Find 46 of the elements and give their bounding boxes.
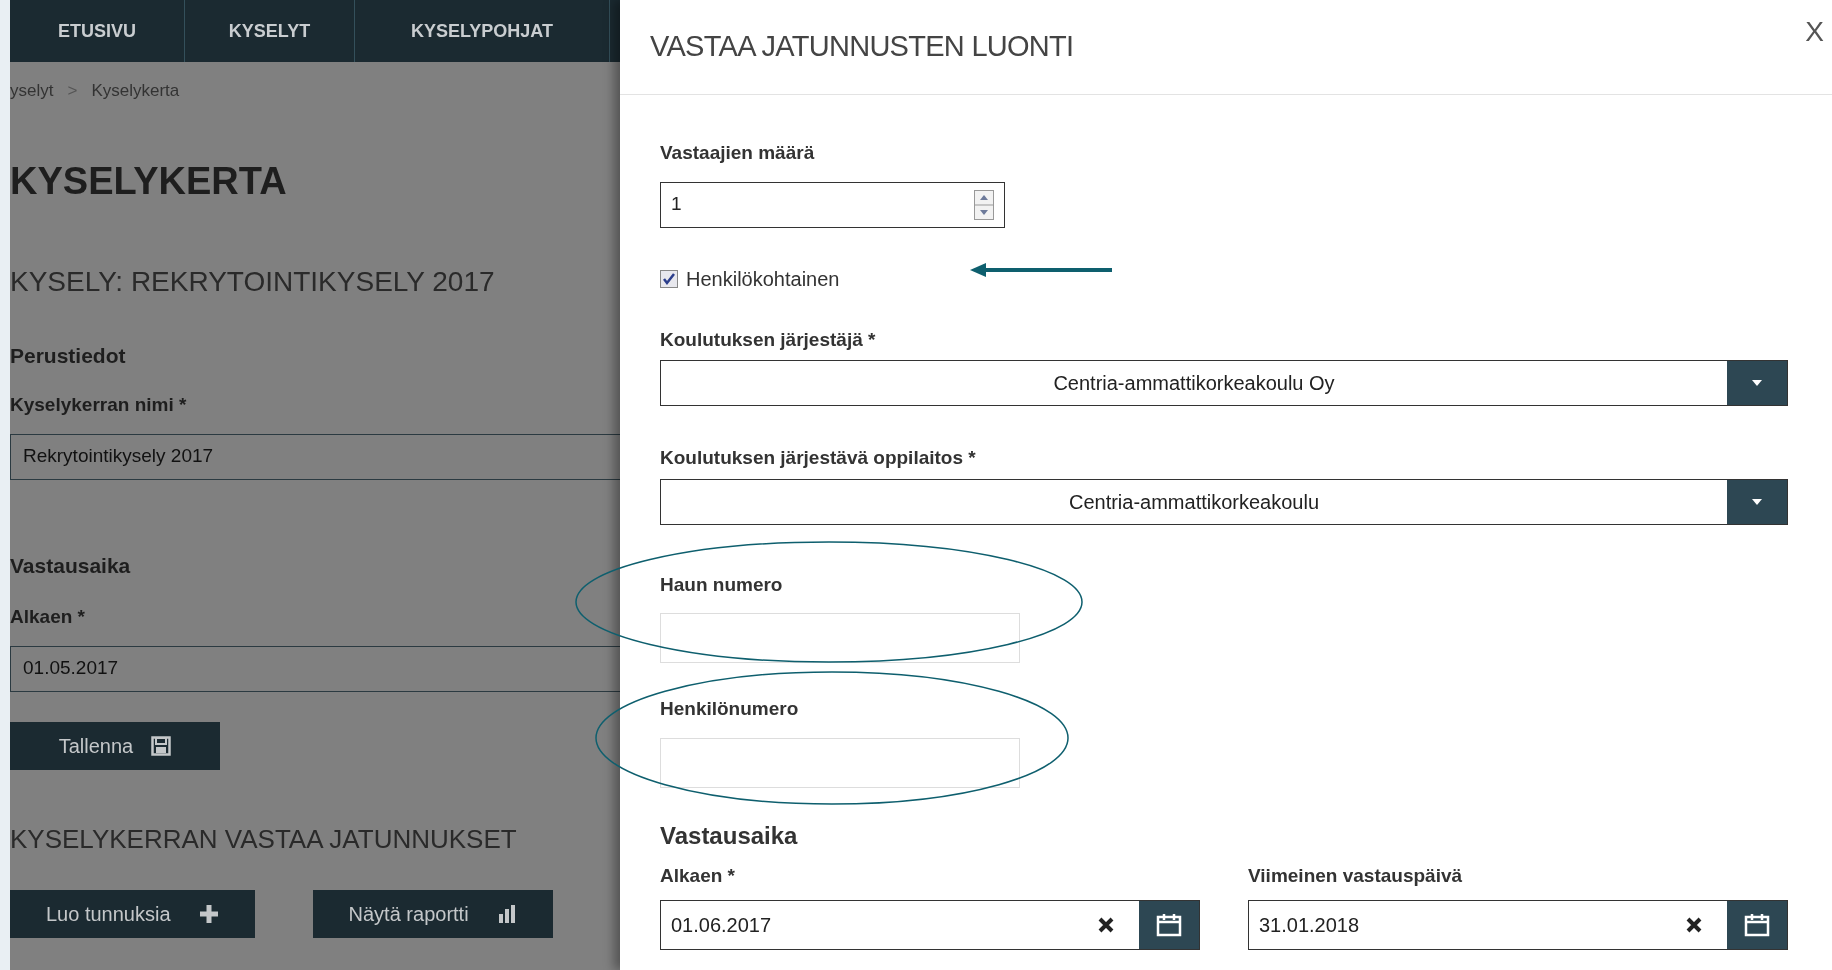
number-field[interactable]: 1 — [660, 181, 1005, 228]
close-button[interactable]: X — [1805, 18, 1824, 76]
name-field[interactable]: Rekrytointikysely 2017 — [10, 433, 620, 480]
field-label: Kyselykerran nimi * — [10, 393, 188, 417]
nav-tab[interactable]: ETUSIVU — [10, 0, 185, 62]
date-field[interactable]: 01.06.2017 — [660, 900, 1200, 950]
section-title: KYSELYKERRAN VASTAA JATUNNUKSET — [10, 825, 518, 852]
breadcrumb-separator: > — [67, 80, 78, 102]
clear-icon[interactable] — [1098, 917, 1114, 933]
field-label: Koulutuksen järjestäjä * — [660, 327, 877, 352]
section-heading: Vastausaika — [660, 820, 799, 851]
field-label: Koulutuksen järjestävä oppilaitos * — [660, 446, 977, 470]
field-label: Alkaen * — [660, 863, 736, 888]
modal-title: VASTAA JATUNNUSTEN LUONTI — [650, 29, 1074, 65]
dropdown-select[interactable]: Centria-ammattikorkeakoulu — [660, 478, 1788, 525]
save-button[interactable]: Tallenna — [10, 721, 220, 770]
date-field[interactable]: 31.01.2018 — [1248, 900, 1788, 950]
calendar-button[interactable] — [1727, 901, 1787, 949]
caret-down-icon — [1752, 498, 1762, 505]
checkbox[interactable] — [660, 269, 678, 288]
text-input[interactable] — [660, 737, 1020, 788]
text-input[interactable] — [660, 613, 1020, 663]
field-label: Vastaajien määrä — [660, 141, 816, 165]
checkbox-row[interactable]: Henkilökohtainen — [660, 263, 1788, 294]
calendar-icon — [1156, 913, 1182, 937]
plus-icon — [198, 903, 219, 924]
calendar-button[interactable] — [1139, 901, 1199, 949]
field-label: Haun numero — [660, 572, 784, 597]
caret-down-icon — [1752, 380, 1762, 386]
date-field[interactable]: 01.05.2017 — [10, 645, 620, 692]
section-heading: Perustiedot — [10, 342, 127, 369]
field-label: Alkaen * — [10, 605, 86, 629]
report-button[interactable]: Näytä raportti — [312, 889, 553, 938]
nav-tab[interactable]: KYSELYT — [185, 0, 355, 62]
spinner-arrows-icon[interactable] — [974, 189, 994, 220]
page-title: KYSELYKERTA — [10, 161, 288, 200]
field-label: Henkilönumero — [660, 697, 800, 721]
section-heading: Vastausaika — [10, 552, 132, 579]
calendar-icon — [1744, 913, 1770, 937]
survey-title: KYSELY: REKRYTOINTIKYSELY 2017 — [10, 267, 496, 296]
nav-tab[interactable]: KYSELYPOHJAT — [355, 0, 610, 62]
bar-chart-icon — [496, 903, 517, 924]
dropdown-select[interactable]: Centria-ammattikorkeakoulu Oy — [660, 360, 1788, 406]
clear-icon[interactable] — [1686, 917, 1702, 933]
create-codes-button[interactable]: Luo tunnuksia — [10, 889, 255, 938]
field-label: Viimeinen vastauspäivä — [1248, 863, 1464, 888]
